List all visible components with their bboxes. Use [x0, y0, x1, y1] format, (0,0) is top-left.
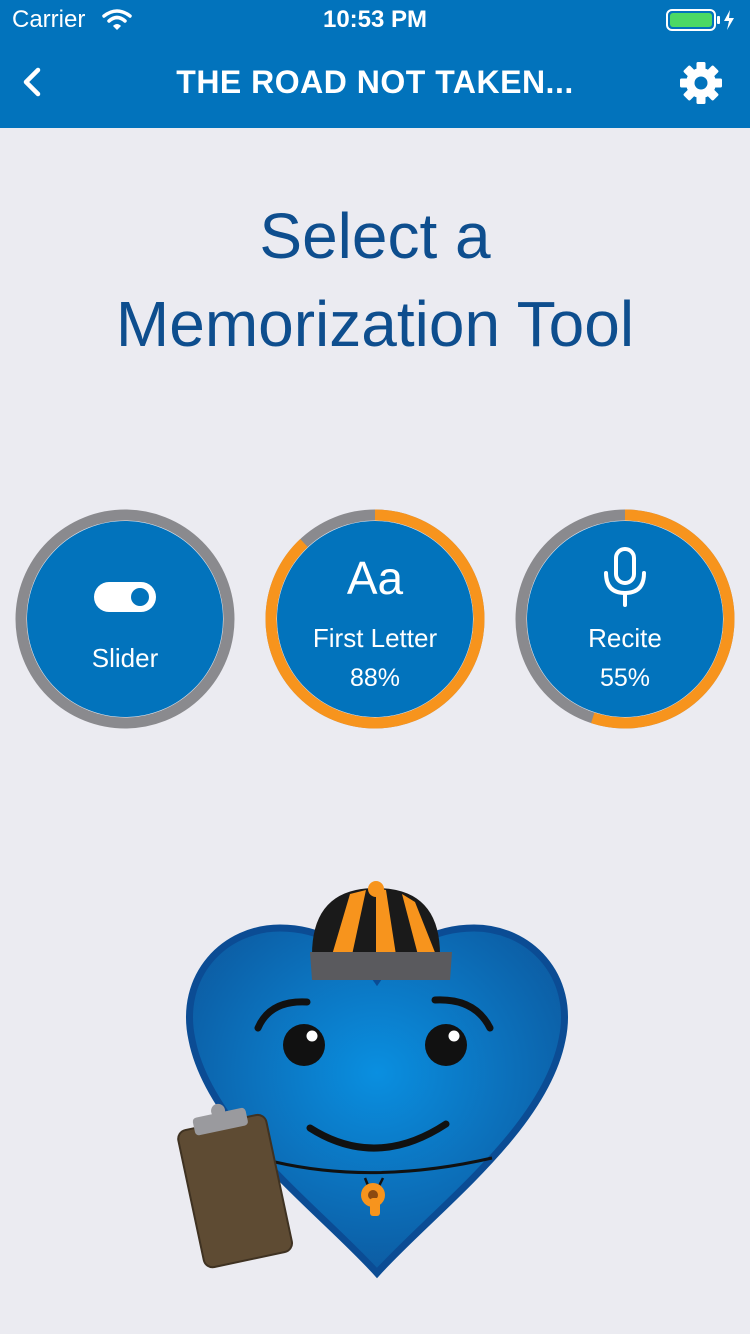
heading-line-1: Select a	[259, 200, 491, 272]
status-bar: Carrier 10:53 PM	[0, 0, 750, 40]
recite-label: Recite	[588, 623, 662, 653]
navigation-bar: THE ROAD NOT TAKEN...	[0, 40, 750, 128]
letter-case-icon: Aa	[346, 552, 404, 604]
page-title: THE ROAD NOT TAKEN...	[176, 64, 574, 100]
clock: 10:53 PM	[322, 6, 428, 33]
back-chevron-icon[interactable]	[12, 60, 52, 104]
slider-tool-button[interactable]: Slider	[15, 509, 235, 729]
charging-bolt-icon	[724, 10, 734, 30]
battery-icon	[666, 9, 734, 31]
first-letter-tool-button[interactable]: Aa First Letter 88%	[265, 509, 485, 729]
heading-line-2: Memorization Tool	[115, 288, 635, 360]
first-letter-label: First Letter	[312, 623, 438, 653]
first-letter-percent: 88%	[349, 664, 401, 692]
recite-tool-button[interactable]: Recite 55%	[515, 509, 735, 729]
gear-icon[interactable]	[678, 60, 724, 106]
page-heading: Select a Memorization Tool	[0, 192, 750, 368]
toggle-switch-icon	[94, 582, 156, 612]
slider-label: Slider	[91, 643, 159, 673]
recite-percent: 55%	[599, 664, 651, 692]
heart-coach-mascot-icon	[177, 881, 568, 1279]
microphone-icon	[604, 547, 646, 607]
